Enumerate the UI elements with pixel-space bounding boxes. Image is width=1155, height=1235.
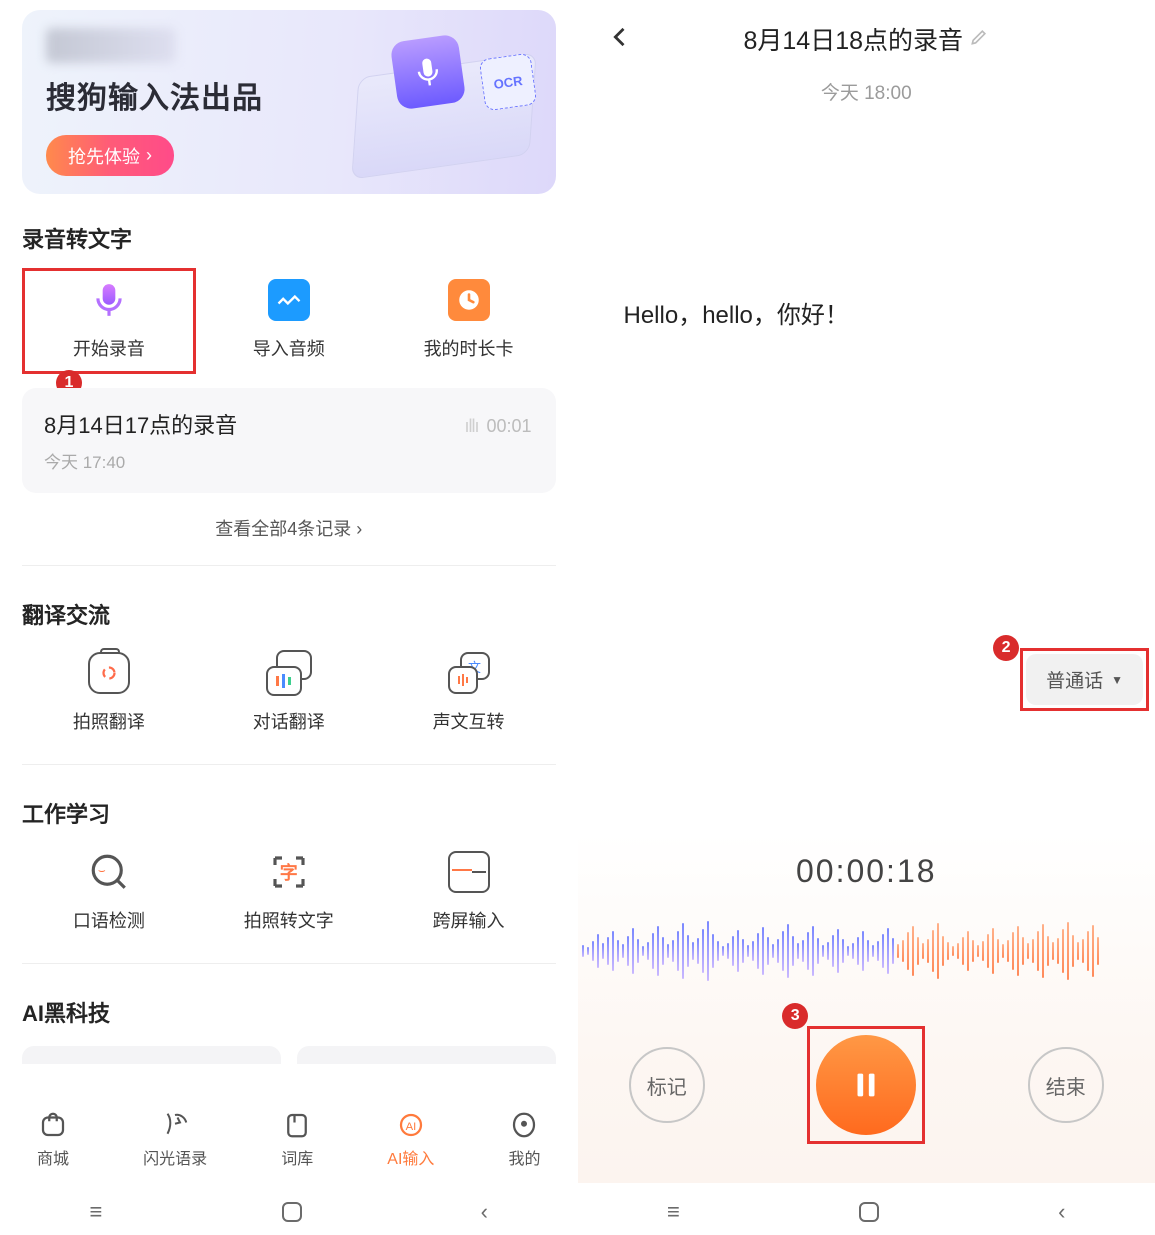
banner-graphic: OCR (354, 26, 534, 176)
recent-apps-icon[interactable]: ≡ (90, 1199, 103, 1225)
home-screen: 搜狗输入法出品 抢先体验 › OCR 录音转文字 开始录音 (0, 0, 578, 1235)
photo-to-text-button[interactable]: 字 拍照转文字 (202, 843, 376, 943)
recording-datetime: 今天 18:00 (600, 78, 1134, 105)
ocr-tile: OCR (478, 53, 537, 112)
convert-icon: 文 (448, 652, 490, 694)
start-record-button[interactable]: 开始录音 (22, 268, 196, 374)
divider (22, 764, 556, 765)
home-icon[interactable] (282, 1202, 302, 1222)
chevron-down-icon: ▼ (1111, 673, 1123, 687)
recent-recording-item[interactable]: 8月14日17点的录音 今天 17:40 ıllı 00:01 (22, 388, 556, 493)
chevron-right-icon: › (356, 519, 362, 539)
android-nav: ≡ ‹ (578, 1189, 1155, 1235)
bottom-nav: 商城 闪光语录 词库 AI AI输入 我的 (0, 1095, 578, 1183)
clock-icon (448, 279, 490, 321)
photo-translate-button[interactable]: 拍照翻译 (22, 644, 196, 744)
speaking-test-button[interactable]: ⌣ 口语检测 (22, 843, 196, 943)
import-audio-button[interactable]: 导入音频 (202, 268, 376, 374)
time-card-button[interactable]: 我的时长卡 (382, 268, 556, 374)
promo-banner[interactable]: 搜狗输入法出品 抢先体验 › OCR (22, 10, 556, 194)
recording-detail-screen: 8月14日18点的录音 今天 18:00 Hello，hello，你好！ 2 普… (578, 0, 1155, 1235)
recent-apps-icon[interactable]: ≡ (667, 1199, 680, 1225)
section-record-title: 录音转文字 (22, 222, 556, 254)
mic-icon (88, 279, 130, 321)
callout-badge-3: 3 (782, 1003, 808, 1029)
try-now-button[interactable]: 抢先体验 › (46, 135, 174, 176)
tab-store[interactable]: 商城 (37, 1110, 69, 1169)
view-all-link[interactable]: 查看全部4条记录 › (22, 515, 556, 541)
recording-time: 今天 17:40 (44, 448, 534, 473)
ai-card[interactable] (22, 1046, 281, 1064)
camera-icon (88, 652, 130, 694)
chevron-right-icon: › (146, 145, 152, 166)
folder-icon (268, 279, 310, 321)
recording-title: 8月14日17点的录音 (44, 408, 534, 440)
highlight-2: 2 普通话 ▼ (1020, 648, 1149, 711)
section-ai-title: AI黑科技 (22, 996, 556, 1028)
scan-text-icon: 字 (268, 851, 310, 893)
edit-icon[interactable] (969, 25, 989, 54)
transcript-text: Hello，hello，你好！ (600, 295, 1134, 330)
voice-text-convert-button[interactable]: 文 声文互转 (382, 644, 556, 744)
dialog-translate-button[interactable]: 对话翻译 (202, 644, 376, 744)
rec-timer: 00:00:18 (578, 833, 1155, 890)
back-icon[interactable]: ‹ (481, 1199, 488, 1225)
waveform (578, 912, 1155, 990)
tab-quotes[interactable]: 闪光语录 (143, 1110, 207, 1169)
tab-ai[interactable]: AI AI输入 (387, 1110, 434, 1169)
chat-icon (268, 652, 310, 694)
divider (22, 565, 556, 566)
screen-icon (448, 851, 490, 893)
android-nav: ≡ ‹ (0, 1189, 578, 1235)
waveform-icon: ıllı (464, 416, 478, 437)
end-button[interactable]: 结束 (1028, 1047, 1104, 1123)
ai-card[interactable] (297, 1046, 556, 1064)
blurred-logo (46, 28, 176, 63)
recording-duration: ıllı 00:01 (464, 416, 531, 437)
mark-button[interactable]: 标记 (629, 1047, 705, 1123)
tab-dict[interactable]: 词库 (281, 1110, 313, 1169)
svg-text:AI: AI (406, 1121, 417, 1133)
recording-title: 8月14日18点的录音 (743, 21, 963, 57)
divider (22, 963, 556, 964)
pause-button[interactable] (816, 1035, 916, 1135)
cross-screen-button[interactable]: 跨屏输入 (382, 843, 556, 943)
language-select[interactable]: 普通话 ▼ (1026, 654, 1143, 705)
highlight-3: 3 (807, 1026, 925, 1144)
section-work-title: 工作学习 (22, 797, 556, 829)
back-icon[interactable]: ‹ (1058, 1199, 1065, 1225)
section-translate-title: 翻译交流 (22, 598, 556, 630)
banner-title: 搜狗输入法出品 (46, 73, 263, 117)
mic-icon (389, 34, 466, 111)
tab-me[interactable]: 我的 (508, 1110, 540, 1169)
callout-badge-2: 2 (993, 635, 1019, 661)
recorder-panel: 00:00:18 标记 3 结束 (578, 833, 1155, 1183)
search-face-icon: ⌣ (88, 851, 130, 893)
home-icon[interactable] (859, 1202, 879, 1222)
back-button[interactable] (606, 23, 634, 56)
